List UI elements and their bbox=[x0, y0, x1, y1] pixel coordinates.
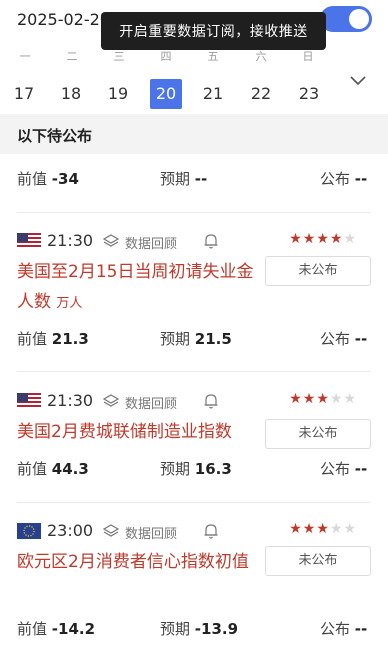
section-title: 以下待公布 bbox=[17, 127, 93, 145]
prev-value: 前值 21.3 bbox=[17, 330, 89, 348]
us-flag-icon bbox=[17, 233, 41, 249]
subscription-tooltip: 开启重要数据订阅，接收推送 bbox=[101, 12, 326, 50]
event-time: 21:30 bbox=[47, 231, 94, 250]
prev-value: 前值 -14.2 bbox=[17, 620, 96, 638]
bell-icon[interactable] bbox=[203, 392, 219, 410]
status-button[interactable]: 未公布 bbox=[265, 256, 371, 286]
importance-stars: ★★★★★ bbox=[289, 391, 357, 407]
day-22[interactable]: 22 bbox=[245, 79, 277, 109]
day-17[interactable]: 17 bbox=[8, 79, 40, 109]
partial-event-row: 前值 -34 预期 -- 公布 -- bbox=[0, 160, 388, 200]
bell-icon[interactable] bbox=[203, 522, 219, 540]
divider bbox=[17, 212, 371, 213]
layers-icon bbox=[103, 524, 119, 537]
section-header: 以下待公布 bbox=[0, 114, 388, 154]
publish-value: 公布 -- bbox=[320, 170, 368, 188]
forecast-value: 预期 -13.9 bbox=[160, 620, 239, 638]
event-meta: 21:30 数据回顾 ★★★★★ bbox=[17, 391, 371, 412]
event-card[interactable]: 21:30 数据回顾 ★★★★★ 美国至2月15日当周初请失业金人数 万人 未公… bbox=[0, 231, 388, 361]
day-19[interactable]: 19 bbox=[102, 79, 134, 109]
forecast-value: 预期 21.5 bbox=[160, 330, 232, 348]
event-title: 美国2月费城联储制造业指数 bbox=[17, 422, 232, 442]
eu-flag-icon bbox=[17, 523, 41, 539]
divider bbox=[17, 502, 371, 503]
event-time: 23:00 bbox=[47, 521, 94, 540]
layers-icon bbox=[103, 394, 119, 407]
forecast-value: 预期 -- bbox=[160, 170, 208, 188]
data-review-link[interactable]: 数据回顾 bbox=[125, 393, 177, 412]
subscription-toggle[interactable] bbox=[320, 6, 372, 32]
day-20-selected[interactable]: 20 bbox=[150, 79, 182, 109]
prev-value: 前值 -34 bbox=[17, 170, 79, 188]
layers-icon bbox=[103, 234, 119, 247]
event-title: 欧元区2月消费者信心指数初值 bbox=[17, 552, 249, 572]
importance-stars: ★★★★★ bbox=[289, 521, 357, 537]
current-date[interactable]: 2025-02-20 bbox=[17, 10, 110, 29]
forecast-value: 预期 16.3 bbox=[160, 460, 232, 478]
event-unit: 万人 bbox=[56, 296, 83, 311]
data-review-link[interactable]: 数据回顾 bbox=[125, 523, 177, 542]
weekday-label: 五 bbox=[207, 50, 219, 63]
toggle-knob bbox=[349, 9, 369, 29]
event-meta: 21:30 数据回顾 ★★★★★ bbox=[17, 231, 371, 252]
event-card[interactable]: 21:30 数据回顾 ★★★★★ 美国2月费城联储制造业指数 未公布 前值 44… bbox=[0, 391, 388, 491]
divider bbox=[17, 371, 371, 372]
day-23[interactable]: 23 bbox=[293, 79, 325, 109]
status-button[interactable]: 未公布 bbox=[265, 419, 371, 449]
us-flag-icon bbox=[17, 393, 41, 409]
day-18[interactable]: 18 bbox=[55, 79, 87, 109]
weekday-label: 日 bbox=[302, 50, 314, 63]
prev-value: 前值 44.3 bbox=[17, 460, 89, 478]
data-review-link[interactable]: 数据回顾 bbox=[125, 233, 177, 252]
weekday-label: 三 bbox=[113, 50, 125, 63]
chevron-down-icon[interactable] bbox=[348, 70, 368, 90]
importance-stars: ★★★★★ bbox=[289, 231, 357, 247]
weekday-label: 一 bbox=[19, 50, 31, 63]
publish-value: 公布 -- bbox=[320, 330, 368, 348]
event-time: 21:30 bbox=[47, 391, 94, 410]
publish-value: 公布 -- bbox=[320, 620, 368, 638]
publish-value: 公布 -- bbox=[320, 460, 368, 478]
week-strip: 一 二 三 四 五 六 日 17 18 19 20 21 22 23 bbox=[0, 44, 388, 114]
weekday-label: 六 bbox=[255, 50, 267, 63]
event-title: 美国至2月15日当周初请失业金人数 万人 bbox=[17, 262, 254, 312]
weekday-label: 二 bbox=[66, 50, 78, 63]
event-meta: 23:00 数据回顾 ★★★★★ bbox=[17, 521, 371, 542]
weekday-label: 四 bbox=[160, 50, 172, 63]
bell-icon[interactable] bbox=[203, 232, 219, 250]
event-card[interactable]: 23:00 数据回顾 ★★★★★ 欧元区2月消费者信心指数初值 未公布 前值 -… bbox=[0, 521, 388, 646]
day-21[interactable]: 21 bbox=[197, 79, 229, 109]
status-button[interactable]: 未公布 bbox=[265, 546, 371, 576]
